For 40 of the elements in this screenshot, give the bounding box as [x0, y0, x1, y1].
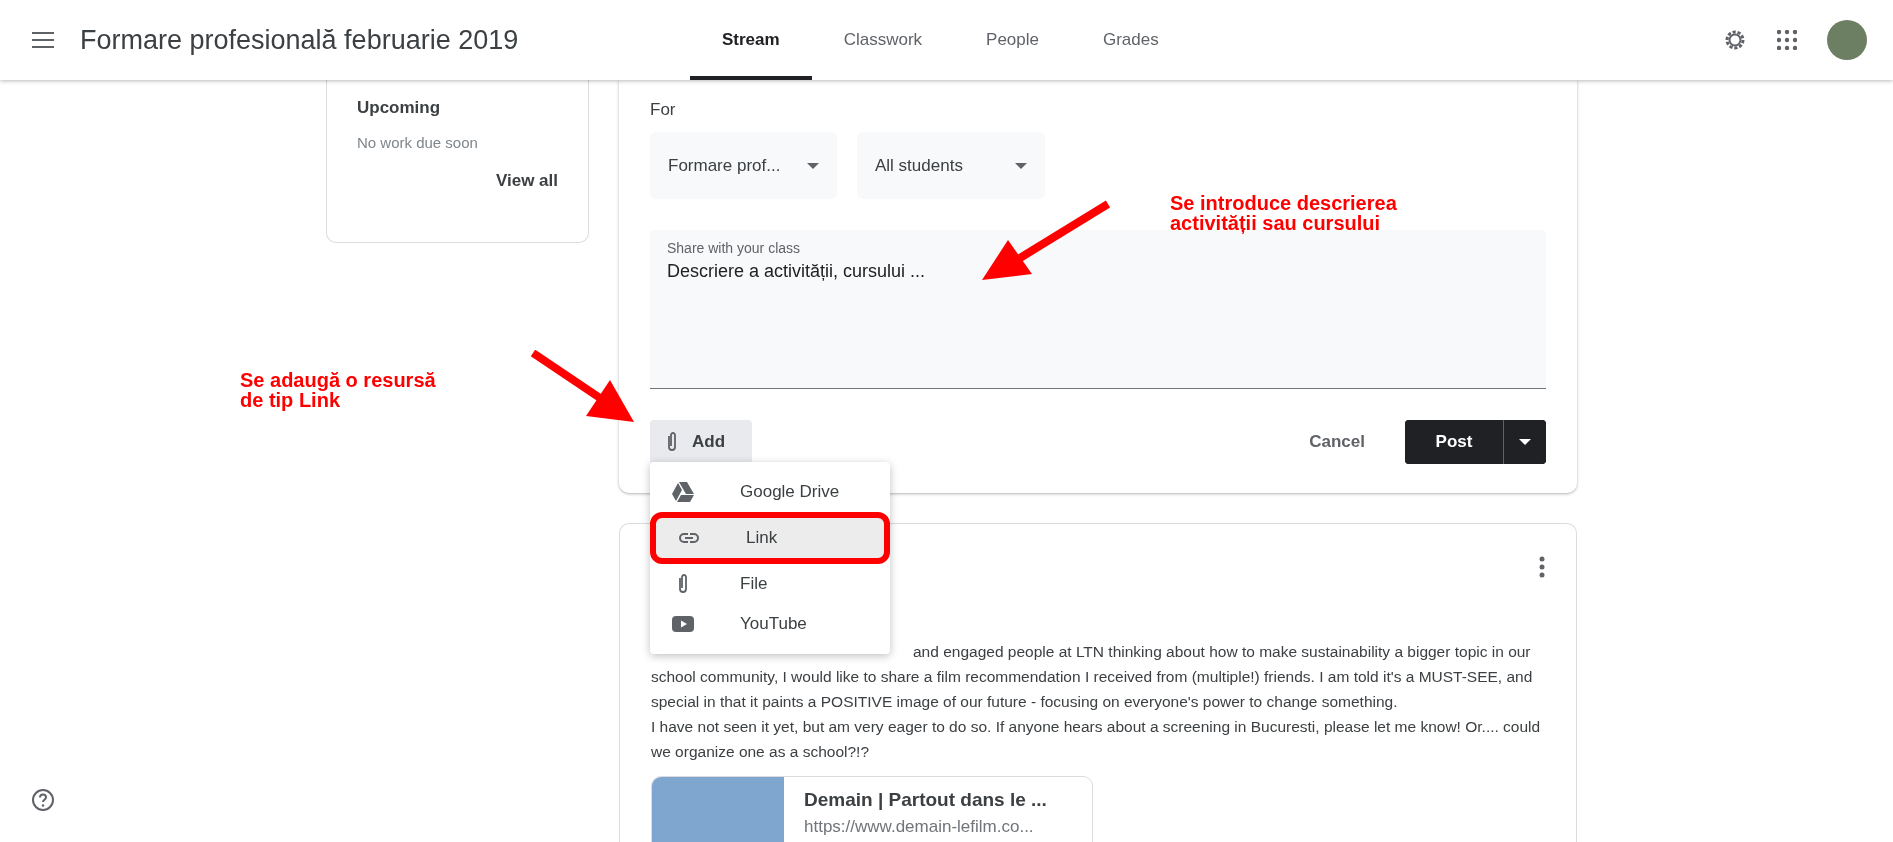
for-label: For	[650, 100, 677, 120]
post-text: I have not seen it yet, but am very eager to do so. If anyone hears about a screening in Bucuresti, please let me know! Or.... could we organize one as a school?!?	[651, 717, 1542, 762]
nav-tab[interactable]: People	[954, 0, 1071, 80]
caret-icon	[807, 162, 819, 169]
menu-item[interactable]: File	[650, 564, 890, 604]
paperclip-icon	[666, 431, 678, 453]
field-label: Share with your class	[667, 240, 802, 256]
link-title: Demain | Partout dans le ...	[804, 789, 1047, 811]
link-url: https://www.demain-lefilm.co...	[804, 817, 1035, 837]
field-value: Descriere a activității, cursului ...	[667, 261, 927, 282]
add-button[interactable]: Add	[650, 420, 752, 464]
menu-item[interactable]: Google Drive	[650, 472, 890, 512]
video-play-icon	[672, 616, 694, 632]
caret-icon	[1015, 162, 1027, 169]
class-title: Formare profesională februarie 2019	[80, 24, 520, 56]
upcoming-title: Upcoming	[357, 98, 442, 118]
cancel-button[interactable]: Cancel	[1303, 431, 1371, 453]
drive-icon	[672, 482, 694, 502]
avatar[interactable]	[1827, 20, 1867, 60]
link-preview[interactable]: Demain | Partout dans le ... https://www.demain-lefilm.co...	[651, 776, 1093, 842]
settings-icon[interactable]	[1723, 28, 1747, 52]
menu-icon[interactable]	[32, 32, 54, 48]
nav-tab[interactable]: Stream	[690, 0, 812, 80]
nav-tab[interactable]: Grades	[1071, 0, 1191, 80]
paperclip-icon	[677, 573, 689, 595]
help-icon[interactable]	[31, 788, 55, 812]
post-options-button[interactable]	[1503, 420, 1546, 464]
view-all-link[interactable]: View all	[495, 171, 558, 191]
caret-icon	[1519, 439, 1531, 445]
post-text: and engaged people at LTN thinking about how to make sustainability a bigger topic in our school community, I would like to share a film recommendation I received from (multiple!) friends. I am told it's a MUST-SEE, and special in that it paints a POSITIVE image of our future - focusing on everyone's power to change something.	[651, 642, 1534, 712]
link-icon	[678, 532, 700, 544]
students-dropdown[interactable]: All students	[857, 132, 1045, 199]
nav-tab[interactable]: Classwork	[811, 0, 955, 80]
more-options-icon[interactable]	[1539, 556, 1545, 578]
annotation-text: Se introduce descrierea activității sau cursului	[1170, 193, 1397, 233]
menu-item[interactable]: YouTube	[650, 604, 890, 644]
class-dropdown[interactable]: Formare prof...	[650, 132, 837, 199]
annotation-text: Se adaugă o resursă de tip Link	[240, 370, 436, 410]
apps-grid-icon[interactable]	[1777, 30, 1797, 50]
upcoming-message: No work due soon	[357, 134, 479, 151]
